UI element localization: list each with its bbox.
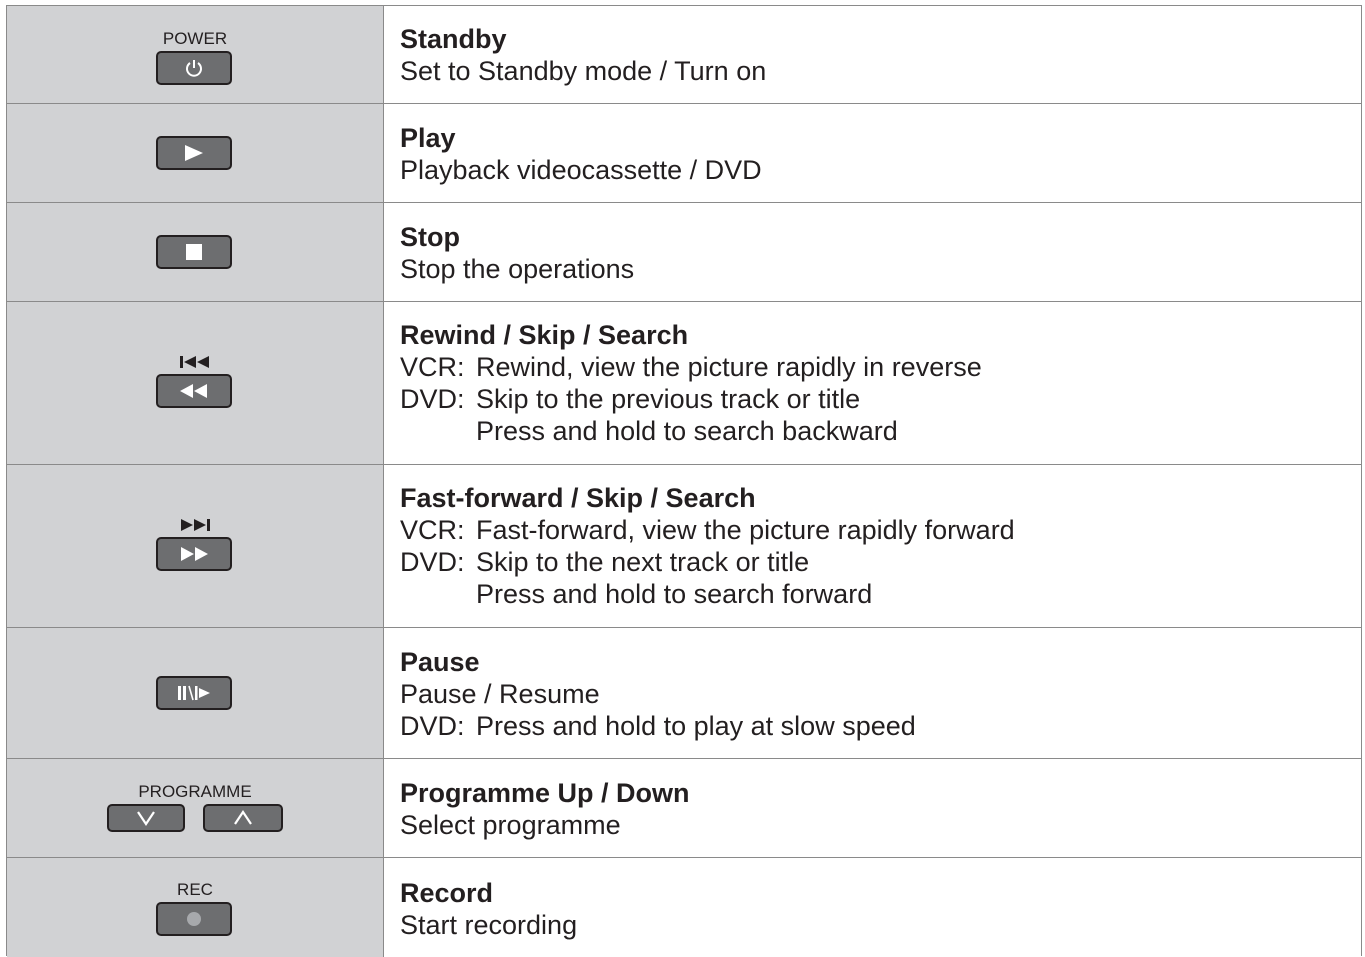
programme-down-button[interactable]	[107, 804, 185, 832]
row-text: Skip to the previous track or title	[476, 384, 861, 414]
row-text: Fast-forward, view the picture rapidly f…	[476, 515, 1015, 545]
row-text: Pause / Resume	[400, 679, 600, 709]
row-title: Pause	[400, 647, 480, 677]
rec-label: REC	[177, 880, 213, 899]
row-text: Start recording	[400, 910, 578, 940]
row-title: Play	[400, 123, 456, 153]
power-icon	[186, 60, 202, 77]
row-title: Standby	[400, 24, 507, 54]
row-text: Press and hold to search forward	[476, 579, 873, 609]
programme-up-button[interactable]	[203, 804, 283, 832]
description-cell: Rewind / Skip / Search VCR: Rewind, view …	[384, 302, 1361, 464]
row-text: Select programme	[400, 810, 621, 840]
rewind-icon	[180, 384, 207, 398]
button-cell: REC	[7, 858, 384, 957]
play-icon	[185, 145, 203, 161]
description-cell: Stop Stop the operations	[384, 203, 1361, 301]
dvd-prefix: DVD:	[400, 547, 465, 577]
record-button[interactable]	[156, 902, 232, 936]
table-row: POWER Standby Set to Standby mode / Turn…	[7, 6, 1361, 104]
description-cell: Standby Set to Standby mode / Turn on	[384, 6, 1361, 103]
table-row: Stop Stop the operations	[7, 203, 1361, 302]
row-title: Stop	[400, 222, 460, 252]
row-title: Rewind / Skip / Search	[400, 320, 689, 350]
power-label: POWER	[162, 29, 228, 48]
button-cell	[7, 465, 384, 627]
description-cell: Record Start recording	[384, 858, 1361, 957]
description-cell: Pause Pause / Resume DVD: Press and hold …	[384, 628, 1361, 758]
play-button[interactable]	[156, 136, 232, 170]
dvd-prefix: DVD:	[400, 384, 465, 414]
vcr-prefix: VCR:	[400, 515, 465, 545]
row-text: Press and hold to search backward	[476, 416, 898, 446]
dvd-prefix: DVD:	[400, 711, 465, 741]
chevron-up-icon	[234, 810, 252, 825]
stop-button[interactable]	[156, 235, 232, 269]
table-row: Fast-forward / Skip / Search VCR: Fast-fo…	[7, 465, 1361, 628]
row-text: Stop the operations	[400, 254, 635, 284]
fast-forward-button[interactable]	[156, 537, 232, 571]
skip-previous-icon	[180, 356, 209, 368]
vcr-prefix: VCR:	[400, 352, 465, 382]
row-text: Skip to the next track or title	[476, 547, 810, 577]
stop-icon	[186, 244, 202, 260]
table-row: Pause Pause / Resume DVD: Press and hold …	[7, 628, 1361, 759]
row-title: Programme Up / Down	[400, 778, 690, 808]
table-row: Play Playback videocassette / DVD	[7, 104, 1361, 203]
table-row: PROGRAMME Programme Up / Down Select pro…	[7, 759, 1361, 858]
row-title: Record	[400, 878, 494, 908]
button-cell	[7, 104, 384, 202]
description-cell: Fast-forward / Skip / Search VCR: Fast-fo…	[384, 465, 1361, 627]
button-cell	[7, 203, 384, 301]
skip-next-icon	[181, 519, 210, 531]
chevron-down-icon	[137, 811, 155, 826]
button-cell	[7, 628, 384, 758]
table-row: REC Record Start recording	[7, 858, 1361, 957]
button-cell: PROGRAMME	[7, 759, 384, 857]
button-cell	[7, 302, 384, 464]
fast-forward-icon	[181, 547, 208, 561]
rewind-button[interactable]	[156, 374, 232, 408]
record-icon	[187, 912, 201, 926]
power-button[interactable]	[156, 51, 232, 85]
row-text: Rewind, view the picture rapidly in reve…	[476, 352, 982, 382]
row-title: Fast-forward / Skip / Search	[400, 483, 756, 513]
table-row: Rewind / Skip / Search VCR: Rewind, view …	[7, 302, 1361, 465]
remote-buttons-table: POWER Standby Set to Standby mode / Turn…	[6, 5, 1362, 957]
pause-slow-icon	[178, 685, 210, 701]
button-cell: POWER	[7, 6, 384, 103]
row-text: Press and hold to play at slow speed	[476, 711, 916, 741]
row-text: Set to Standby mode / Turn on	[400, 56, 767, 86]
programme-label: PROGRAMME	[138, 782, 252, 801]
row-text: Playback videocassette / DVD	[400, 155, 762, 185]
description-cell: Play Playback videocassette / DVD	[384, 104, 1361, 202]
description-cell: Programme Up / Down Select programme	[384, 759, 1361, 857]
pause-button[interactable]	[156, 676, 232, 710]
